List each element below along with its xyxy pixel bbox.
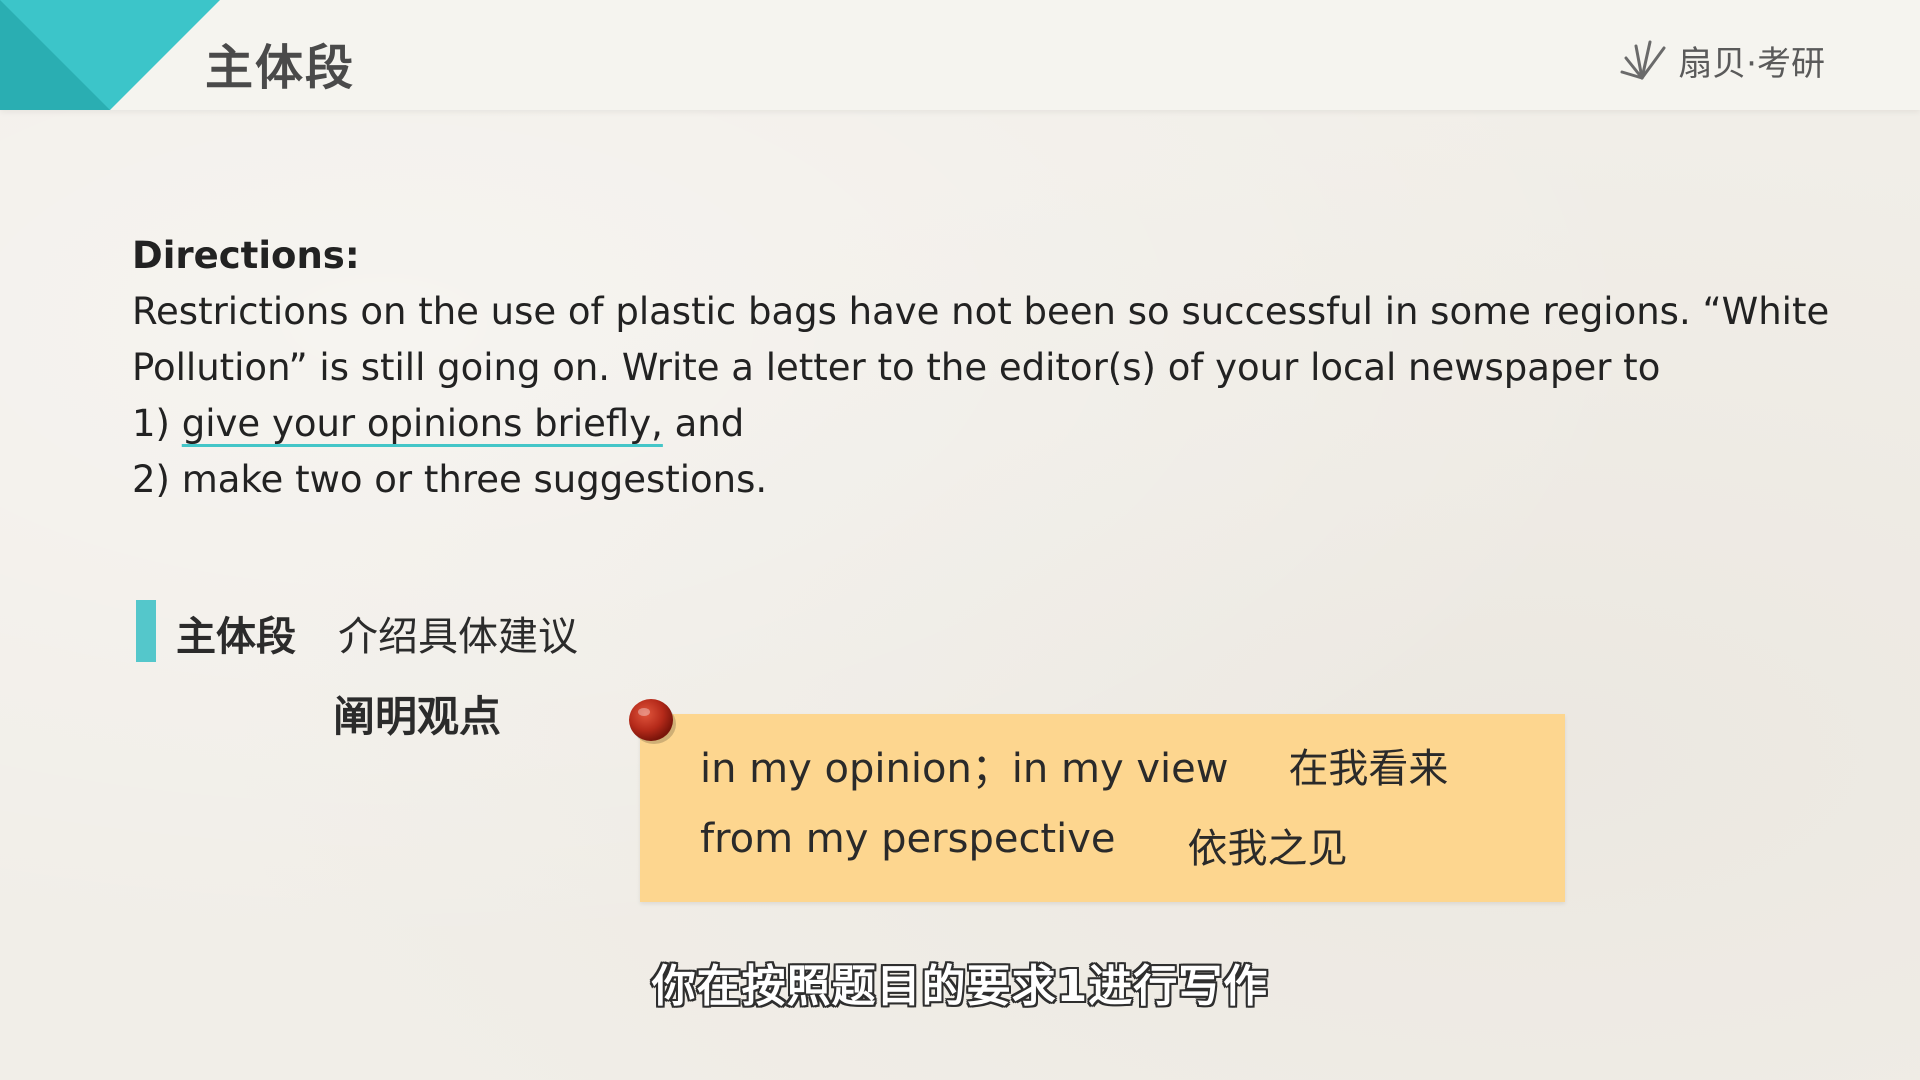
page-title: 主体段	[205, 40, 356, 96]
shell-logo-icon	[1620, 40, 1666, 79]
brand-logo: 扇贝·考研	[1620, 36, 1825, 85]
brand-name: 扇贝·考研	[1678, 44, 1825, 84]
phrase-english: in my opinion；in my view	[700, 746, 1229, 792]
directions-paragraph: Restrictions on the use of plastic bags …	[132, 290, 1830, 389]
video-subtitle: 你在按照题目的要求1进行写作	[651, 961, 1269, 1012]
item-1-underlined: give your opinions briefly,	[181, 402, 663, 445]
point-title: 阐明观点	[333, 692, 502, 741]
phrase-row: in my opinion；in my view 在我看来	[700, 736, 1448, 794]
section-title: 主体段	[176, 614, 296, 660]
phrase-chinese: 在我看来	[1288, 746, 1449, 792]
header-bar: 主体段 扇贝·考研	[0, 0, 1920, 110]
section-accent-bar	[136, 600, 156, 662]
phrase-card: in my opinion；in my view 在我看来 from my pe…	[640, 714, 1565, 902]
directions-item-2: 2) make two or three suggestions.	[132, 458, 768, 501]
corner-decoration	[0, 0, 220, 110]
directions-block: Directions: Restrictions on the use of p…	[132, 228, 1832, 508]
pushpin-icon	[629, 699, 676, 744]
item-1-prefix: 1)	[132, 402, 182, 445]
paper-background	[0, 0, 1920, 1080]
phrase-english: from my perspective	[700, 816, 1116, 862]
phrase-row: from my perspective 依我之见	[700, 816, 1348, 874]
phrase-chinese: 依我之见	[1187, 826, 1348, 872]
item-1-suffix: and	[662, 402, 745, 445]
directions-heading: Directions:	[132, 234, 360, 277]
directions-item-1: 1) give your opinions briefly, and	[132, 396, 1832, 452]
section-subtitle: 介绍具体建议	[338, 614, 578, 660]
